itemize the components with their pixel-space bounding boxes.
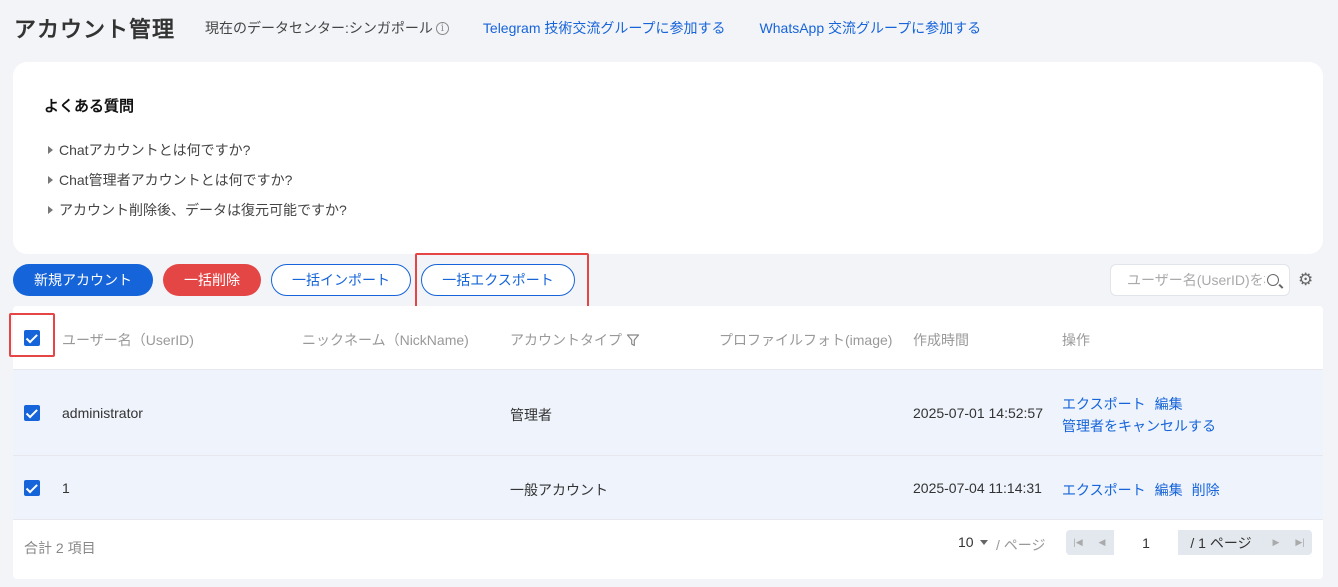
table-row: administrator 管理者 2025-07-01 14:52:57 エク… (13, 370, 1323, 456)
table-row: 1 一般アカウント 2025-07-04 11:14:31 エクスポート 編集 削除 (13, 456, 1323, 520)
caret-right-icon (48, 206, 53, 214)
accounts-table: ユーザー名（UserID) ニックネーム（NickName) アカウントタイプ … (13, 306, 1323, 579)
page-title: アカウント管理 (14, 17, 176, 42)
column-header-created: 作成時間 (913, 332, 969, 348)
first-page-icon[interactable]: |◀ (1066, 530, 1090, 555)
cell-actions: エクスポート 編集 削除 (1062, 480, 1229, 500)
cell-account-type: 一般アカウント (510, 482, 608, 498)
column-header-image: プロファイルフォト(image) (719, 332, 893, 348)
faq-item-label: Chat管理者アカウントとは何ですか? (59, 172, 293, 188)
row-checkbox[interactable] (24, 480, 40, 496)
faq-item-label: アカウント削除後、データは復元可能ですか? (59, 202, 347, 218)
export-link[interactable]: エクスポート (1062, 482, 1146, 498)
bulk-import-button[interactable]: 一括インポート (271, 264, 411, 296)
faq-item[interactable]: アカウント削除後、データは復元可能ですか? (48, 200, 347, 220)
info-icon[interactable]: i (435, 21, 449, 35)
bulk-export-button[interactable]: 一括エクスポート (421, 264, 575, 296)
column-header-userid: ユーザー名（UserID) (62, 332, 194, 348)
export-link[interactable]: エクスポート (1062, 396, 1146, 412)
pagination: |◀ ◀ / 1 ページ ▶ ▶| (1066, 530, 1312, 555)
total-count: 合計 2 項目 (24, 540, 96, 556)
new-account-button[interactable]: 新規アカウント (13, 264, 153, 296)
faq-card: よくある質問 Chatアカウントとは何ですか? Chat管理者アカウントとは何で… (13, 62, 1323, 254)
faq-title: よくある質問 (44, 98, 135, 115)
cell-account-type: 管理者 (510, 407, 552, 423)
column-header-account-type: アカウントタイプ (510, 330, 640, 350)
column-header-nickname: ニックネーム（NickName) (302, 332, 469, 348)
chevron-down-icon (979, 539, 988, 545)
bulk-delete-button[interactable]: 一括削除 (163, 264, 261, 296)
faq-item[interactable]: Chatアカウントとは何ですか? (48, 140, 250, 160)
cell-userid: 1 (62, 480, 70, 496)
faq-item-label: Chatアカウントとは何ですか? (59, 142, 251, 158)
cell-created: 2025-07-04 11:14:31 (913, 480, 1042, 496)
row-checkbox[interactable] (24, 405, 40, 421)
last-page-icon[interactable]: ▶| (1288, 530, 1312, 555)
per-page-label: / ページ (996, 537, 1046, 553)
cancel-admin-link[interactable]: 管理者をキャンセルする (1062, 416, 1216, 436)
cell-actions: エクスポート 編集 (1062, 394, 1192, 414)
caret-right-icon (48, 176, 53, 184)
page-size-select[interactable]: 10 (958, 534, 988, 550)
telegram-group-link[interactable]: Telegram 技術交流グループに参加する (483, 18, 726, 38)
select-all-checkbox[interactable] (24, 330, 40, 346)
page-number-input[interactable] (1114, 530, 1178, 555)
filter-icon[interactable] (626, 333, 640, 347)
search-box[interactable] (1110, 264, 1290, 296)
faq-item[interactable]: Chat管理者アカウントとは何ですか? (48, 170, 292, 190)
cell-created: 2025-07-01 14:52:57 (913, 405, 1043, 421)
column-header-actions: 操作 (1062, 332, 1090, 348)
table-header: ユーザー名（UserID) ニックネーム（NickName) アカウントタイプ … (13, 306, 1323, 370)
page-size-value: 10 (958, 534, 974, 550)
page-header: アカウント管理 現在のデータセンター:シンガポール i Telegram 技術交… (14, 12, 981, 44)
datacenter-text: 現在のデータセンター:シンガポール (205, 20, 433, 36)
search-input[interactable] (1127, 272, 1265, 288)
whatsapp-group-link[interactable]: WhatsApp 交流グループに参加する (760, 18, 982, 38)
next-page-icon[interactable]: ▶ (1264, 530, 1288, 555)
total-pages: / 1 ページ (1190, 534, 1252, 551)
column-header-account-type-label: アカウントタイプ (510, 332, 622, 348)
delete-link[interactable]: 削除 (1192, 482, 1220, 498)
gear-icon[interactable]: ⚙ (1298, 270, 1313, 290)
prev-page-icon[interactable]: ◀ (1090, 530, 1114, 555)
search-icon[interactable] (1267, 274, 1279, 286)
caret-right-icon (48, 146, 53, 154)
edit-link[interactable]: 編集 (1155, 396, 1183, 412)
datacenter-label: 現在のデータセンター:シンガポール i (205, 18, 449, 38)
cell-userid: administrator (62, 405, 143, 421)
edit-link[interactable]: 編集 (1155, 482, 1183, 498)
